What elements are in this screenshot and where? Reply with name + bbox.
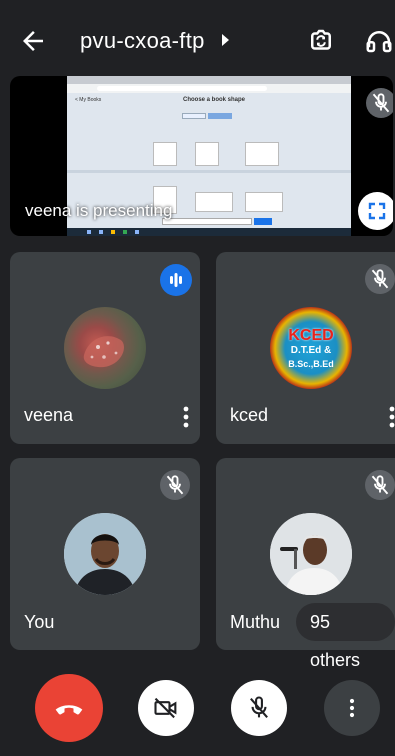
participant-tile-kced[interactable]: KCED D.T.Ed & B.Sc.,B.Ed kced <box>216 252 395 444</box>
fullscreen-icon <box>368 202 386 220</box>
videocam-off-icon <box>154 697 177 719</box>
shared-divider <box>67 170 351 173</box>
shared-taskbar <box>67 228 351 236</box>
shared-taskbar-icon <box>135 230 139 234</box>
shared-card <box>195 192 233 212</box>
speaking-icon <box>170 273 182 287</box>
fullscreen-button[interactable] <box>358 192 393 230</box>
more-vert-icon[interactable] <box>182 406 190 428</box>
logo-text-line1: KCED <box>288 327 334 344</box>
mic-off-icon <box>166 475 184 495</box>
more-options-button[interactable] <box>324 680 380 736</box>
participant-tile-you[interactable]: You <box>10 458 200 650</box>
top-bar: pvu-cxoa-ftp <box>0 0 395 78</box>
mic-off-icon <box>371 269 389 289</box>
shared-heading: Choose a book shape <box>183 97 246 103</box>
presentation-tile[interactable]: < My Books Choose a book shape veena is … <box>10 76 393 236</box>
person-photo <box>270 513 352 595</box>
shared-card <box>245 192 283 212</box>
rose-photo <box>83 336 124 368</box>
switch-camera-icon[interactable] <box>306 26 336 56</box>
others-count-chip[interactable]: 95 others <box>296 603 395 670</box>
shared-card <box>153 142 177 166</box>
participant-name: kced <box>230 405 269 425</box>
speaking-indicator <box>160 264 192 296</box>
mic-off-icon <box>371 475 389 495</box>
camera-toggle-button[interactable] <box>138 680 194 736</box>
mic-toggle-button[interactable] <box>231 680 287 736</box>
browser-url-box <box>97 86 267 91</box>
mic-off-icon <box>250 696 268 719</box>
logo-text-line2: D.T.Ed & <box>290 345 332 356</box>
browser-tab-bar <box>67 76 351 84</box>
shared-breadcrumb: < My Books <box>75 97 102 103</box>
end-call-button[interactable] <box>35 674 103 742</box>
presenter-mic-status <box>366 88 393 118</box>
mic-status <box>160 470 190 500</box>
end-call-icon <box>55 705 83 715</box>
mic-status <box>365 470 395 500</box>
shared-taskbar-icon <box>99 230 103 234</box>
caret-right-icon[interactable] <box>222 34 229 46</box>
participant-name: veena <box>24 405 74 425</box>
avatar <box>64 513 146 595</box>
participant-tile-veena[interactable]: veena <box>10 252 200 444</box>
presenter-label: veena is presenting <box>25 201 173 220</box>
arrow-back-icon[interactable] <box>18 26 48 56</box>
more-vert-icon <box>349 698 355 718</box>
shared-footer-field <box>162 218 252 225</box>
shared-footer-button <box>254 218 272 225</box>
logo-text-line3: B.Sc.,B.Ed <box>288 359 334 369</box>
shared-taskbar-icon <box>87 230 91 234</box>
participant-name: You <box>24 612 55 632</box>
kced-logo: KCED D.T.Ed & B.Sc.,B.Ed <box>270 307 352 389</box>
mic-off-icon <box>372 93 390 113</box>
shared-card <box>245 142 279 166</box>
participant-name: Muthu <box>230 612 281 632</box>
shared-taskbar-icon <box>111 230 115 234</box>
shared-button-portrait <box>182 113 206 119</box>
avatar <box>64 307 146 389</box>
avatar <box>270 513 352 595</box>
shared-card <box>195 142 219 166</box>
shared-taskbar-icon <box>123 230 127 234</box>
person-photo <box>64 513 146 595</box>
mic-status <box>365 264 395 294</box>
meeting-code[interactable]: pvu-cxoa-ftp <box>80 28 205 54</box>
headphones-icon[interactable] <box>364 26 394 56</box>
more-vert-icon[interactable] <box>388 406 395 428</box>
shared-button-landscape <box>208 113 232 119</box>
